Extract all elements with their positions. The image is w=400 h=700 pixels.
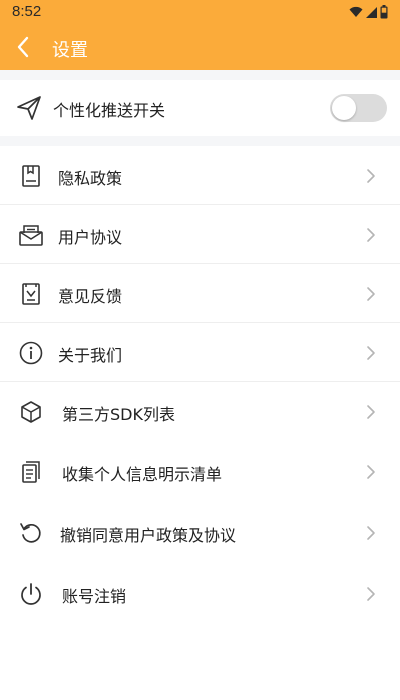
chevron-right-icon xyxy=(367,465,375,479)
menu-item-personal-info-list[interactable]: 收集个人信息明示清单 xyxy=(0,442,400,501)
menu-item-label: 账号注销 xyxy=(62,587,127,606)
revoke-icon xyxy=(20,523,41,543)
section-gap xyxy=(0,70,400,80)
menu-item-delete-account[interactable]: 账号注销 xyxy=(0,564,400,623)
menu-item-label: 第三方SDK列表 xyxy=(62,405,175,424)
chevron-right-icon xyxy=(367,587,375,601)
push-setting-label: 个性化推送开关 xyxy=(53,101,166,120)
menu-item-label: 意见反馈 xyxy=(58,287,123,306)
send-icon xyxy=(17,96,41,120)
menu-item-third-party-sdk[interactable]: 第三方SDK列表 xyxy=(0,382,400,441)
app-bar: 设置 xyxy=(0,24,400,70)
toggle-knob xyxy=(332,96,356,120)
status-time: 8:52 xyxy=(12,3,42,20)
menu-item-about-us[interactable]: 关于我们 xyxy=(0,323,400,382)
menu-item-revoke-consent[interactable]: 撤销同意用户政策及协议 xyxy=(0,503,400,562)
chevron-right-icon xyxy=(367,526,375,540)
chevron-right-icon xyxy=(367,405,375,419)
status-bar: 8:52 xyxy=(0,0,400,24)
signal-icon xyxy=(366,6,377,18)
cube-icon xyxy=(21,401,41,423)
envelope-icon xyxy=(19,225,43,246)
chevron-right-icon xyxy=(367,169,375,183)
menu-item-label: 关于我们 xyxy=(58,346,123,365)
menu-item-label: 收集个人信息明示清单 xyxy=(62,465,223,484)
chevron-right-icon xyxy=(367,287,375,301)
chevron-right-icon xyxy=(367,346,375,360)
menu-item-label: 撤销同意用户政策及协议 xyxy=(60,526,237,545)
power-icon xyxy=(21,583,41,605)
wifi-icon xyxy=(349,6,363,17)
menu-item-user-agreement[interactable]: 用户协议 xyxy=(0,205,400,264)
feedback-icon xyxy=(22,283,40,305)
chevron-right-icon xyxy=(367,228,375,242)
chevron-left-icon xyxy=(17,36,29,58)
status-icons xyxy=(349,4,388,20)
push-toggle[interactable] xyxy=(330,94,387,122)
menu-item-feedback[interactable]: 意见反馈 xyxy=(0,264,400,323)
push-setting-row: 个性化推送开关 xyxy=(0,80,400,136)
battery-icon xyxy=(380,5,388,19)
menu-item-label: 用户协议 xyxy=(58,228,123,247)
back-button[interactable] xyxy=(8,32,38,62)
menu-item-privacy-policy[interactable]: 隐私政策 xyxy=(0,146,400,205)
info-icon xyxy=(19,341,43,365)
document-icon xyxy=(22,165,40,187)
section-gap xyxy=(0,136,400,146)
page-title: 设置 xyxy=(52,40,88,61)
list-document-icon xyxy=(22,461,40,483)
menu-item-label: 隐私政策 xyxy=(58,169,123,188)
